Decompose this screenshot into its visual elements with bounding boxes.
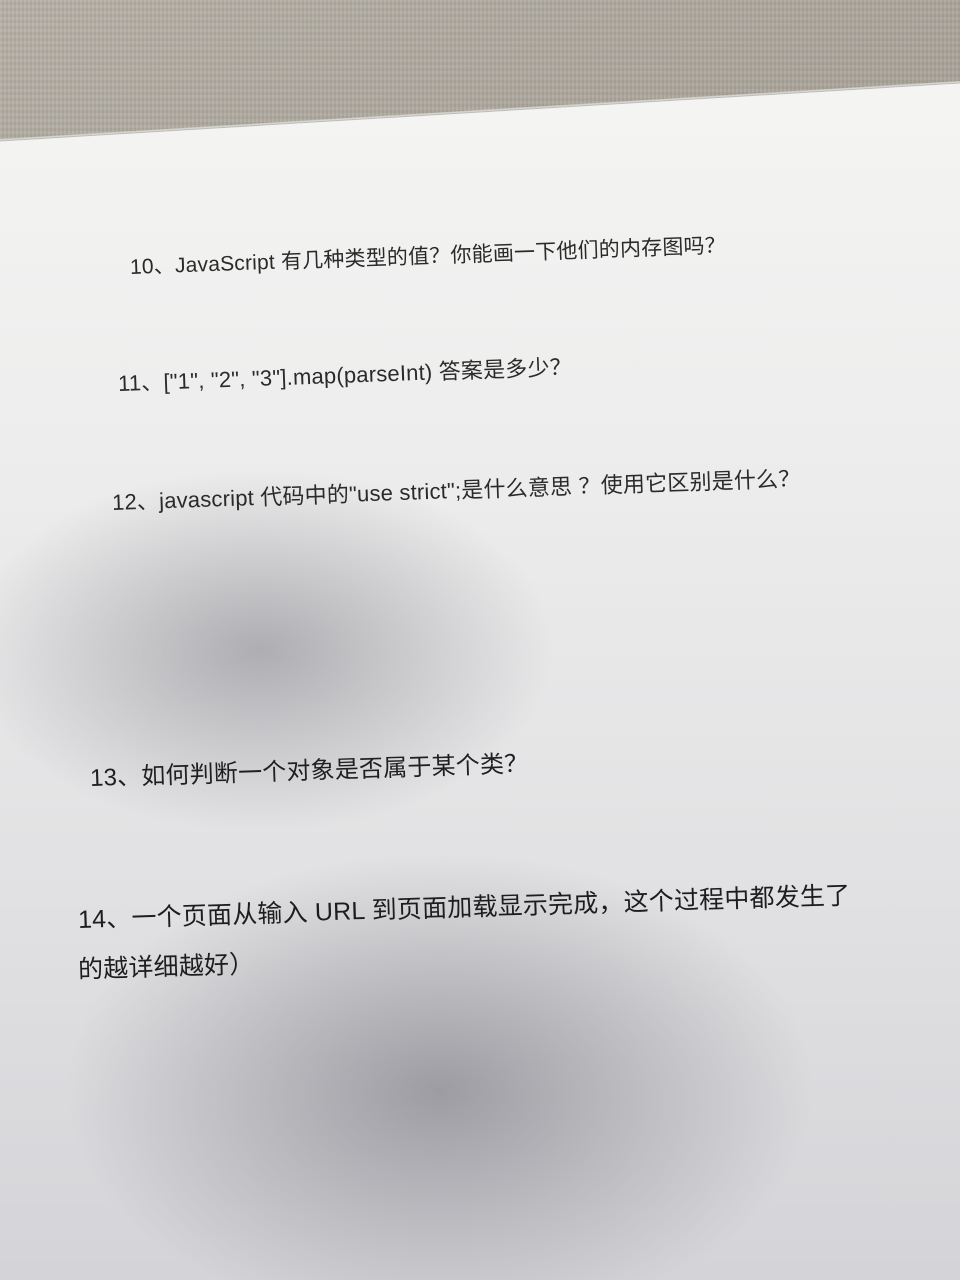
paper-sheet: 10、JavaScript 有几种类型的值？你能画一下他们的内存图吗？ 11、[… bbox=[0, 82, 960, 1280]
question-14: 14、一个页面从输入 URL 到页面加载显示完成，这个过程中都发生了 bbox=[77, 881, 851, 934]
question-10: 10、JavaScript 有几种类型的值？你能画一下他们的内存图吗？ bbox=[129, 234, 727, 279]
question-12: 12、javascript 代码中的"use strict";是什么意思 ？使用… bbox=[111, 465, 801, 515]
question-11: 11、["1", "2", "3"].map(parseInt) 答案是多少？ bbox=[117, 354, 573, 396]
question-14-continuation: 的越详细越好） bbox=[77, 950, 255, 984]
question-13: 13、如何判断一个对象是否属于某个类？ bbox=[89, 750, 529, 792]
